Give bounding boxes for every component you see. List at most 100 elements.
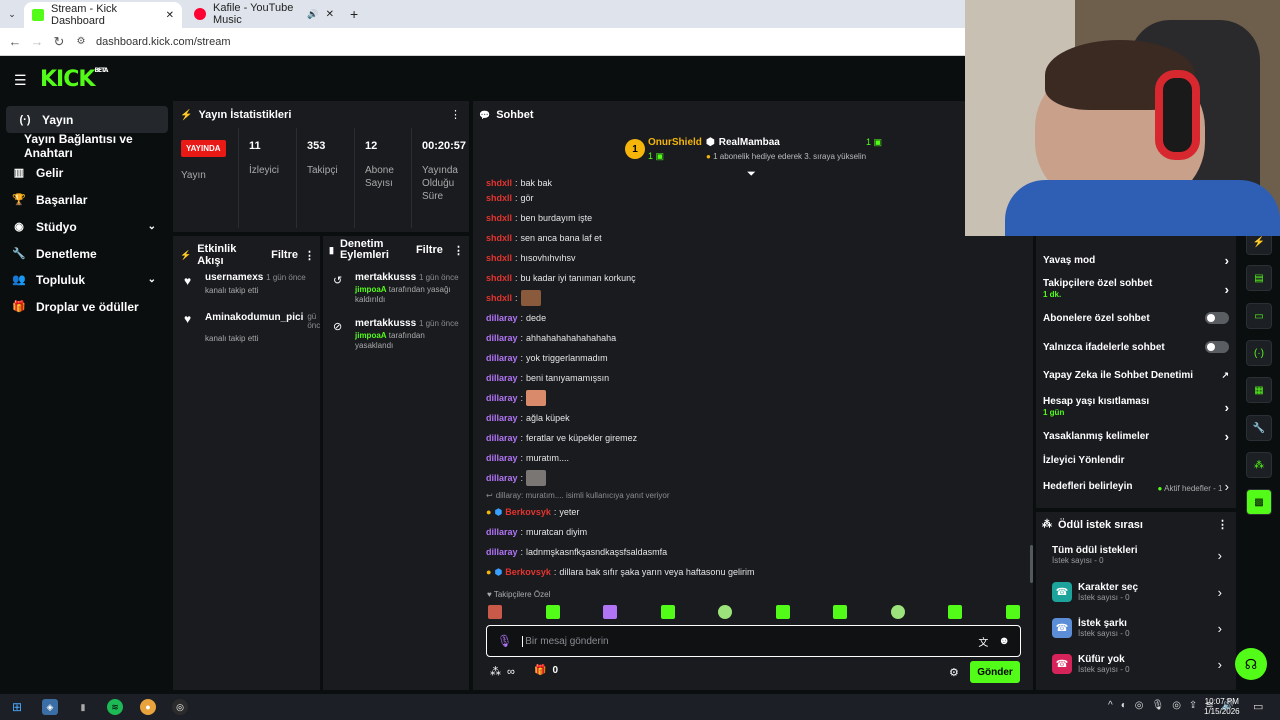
reward-item-no-swearing[interactable]: ☎ Küfür yok İstek sayısı - 0 › xyxy=(1052,654,1222,674)
quick-action-chat-icon[interactable]: ▭ xyxy=(1246,303,1272,329)
emote-button[interactable] xyxy=(718,605,733,619)
chat-input[interactable]: Bir mesaj gönderin xyxy=(522,635,609,647)
quick-action-layout-icon[interactable]: ▦ xyxy=(1246,377,1272,403)
more-options-icon[interactable]: ⋮ xyxy=(304,249,315,262)
sidebar-item-yayin[interactable]: (·) Yayın xyxy=(6,106,168,133)
reward-item-song[interactable]: ☎ İstek şarkı İstek sayısı - 0 › xyxy=(1052,618,1222,638)
chat-username[interactable]: shdxll xyxy=(486,193,512,203)
emote-button[interactable] xyxy=(660,605,675,619)
mod-action-username[interactable]: mertakkusss xyxy=(355,318,416,329)
emote-button[interactable] xyxy=(603,605,618,619)
sidebar-item-stream-key[interactable]: Yayın Bağlantısı ve Anahtarı xyxy=(12,132,174,160)
spotify-icon[interactable]: ≋ xyxy=(107,699,123,715)
goals-setting[interactable]: Hedefleri belirleyin ● Aktif hedefler - 1… xyxy=(1043,479,1229,494)
chat-scrollbar[interactable] xyxy=(1030,545,1033,583)
microphone-icon[interactable]: 🎙 xyxy=(497,634,512,648)
tray-app-icon[interactable]: ◎ xyxy=(1172,700,1181,711)
tray-app-icon[interactable]: ⇪ xyxy=(1189,700,1197,711)
chat-username[interactable]: dillaray xyxy=(486,373,518,383)
more-options-icon[interactable]: ⋮ xyxy=(1217,518,1228,531)
taskbar-clock[interactable]: 10:07 PM 1/15/2026 xyxy=(1204,697,1240,717)
mod-actor[interactable]: jimpoaA xyxy=(355,331,387,340)
emote-button[interactable] xyxy=(833,605,848,619)
chat-username[interactable]: dillaray xyxy=(486,353,518,363)
hamburger-menu-icon[interactable]: ☰ xyxy=(14,72,27,89)
obs-icon[interactable]: ◎ xyxy=(172,699,188,715)
emoji-icon[interactable]: ☻ xyxy=(998,635,1010,647)
filter-button[interactable]: Filtre xyxy=(416,244,443,256)
sidebar-item-gelir[interactable]: ▥ Gelir xyxy=(0,159,162,186)
banned-words-setting[interactable]: Yasaklanmış kelimeler › xyxy=(1043,429,1229,444)
ai-moderation-setting[interactable]: Yapay Zeka ile Sohbet Denetimi ↗ xyxy=(1043,370,1229,381)
chat-username[interactable]: dillaray xyxy=(486,547,518,557)
chat-username[interactable]: shdxll xyxy=(486,213,512,223)
emote-button[interactable] xyxy=(1005,605,1020,619)
chat-username[interactable]: dillaray xyxy=(486,313,518,323)
quick-action-points-icon[interactable]: ⁂ xyxy=(1246,452,1272,478)
filter-button[interactable]: Filtre xyxy=(271,249,298,261)
chat-username[interactable]: dillaray xyxy=(486,333,518,343)
more-options-icon[interactable]: ⋮ xyxy=(450,108,461,121)
forward-icon[interactable]: → xyxy=(26,34,48,49)
chat-username[interactable]: shdxll xyxy=(486,293,512,303)
windows-start-icon[interactable]: ⊞ xyxy=(9,699,25,715)
close-tab-icon[interactable]: ✕ xyxy=(166,10,174,21)
site-info-icon[interactable]: ⚙ xyxy=(70,36,92,47)
url-text[interactable]: dashboard.kick.com/stream xyxy=(96,36,231,48)
translate-icon[interactable]: 文 xyxy=(978,634,988,649)
reload-icon[interactable]: ↻ xyxy=(48,34,70,50)
browser-tab-kick[interactable]: Stream - Kick Dashboard ✕ xyxy=(24,2,182,28)
quick-action-document-icon[interactable]: ▤ xyxy=(1246,265,1272,291)
support-headset-icon[interactable]: ☊ xyxy=(1235,648,1267,680)
tray-app-icon[interactable]: ◎ xyxy=(1135,700,1144,711)
more-options-icon[interactable]: ⋮ xyxy=(453,244,464,257)
leaderboard-first-name[interactable]: OnurShield xyxy=(648,137,702,148)
back-icon[interactable]: ← xyxy=(4,34,26,49)
subscribers-chat-toggle[interactable] xyxy=(1205,312,1229,324)
channel-points[interactable]: ⁂ ∞ xyxy=(490,665,515,679)
new-tab-button[interactable]: + xyxy=(342,0,364,28)
chat-username[interactable]: dillaray xyxy=(486,413,518,423)
chat-username[interactable]: Berkovsyk xyxy=(505,507,551,517)
taskbar-app-icon[interactable]: ▮ xyxy=(75,699,91,715)
sidebar-item-topluluk[interactable]: 👥 Topluluk ⌄ xyxy=(0,266,162,293)
chat-username[interactable]: dillaray xyxy=(486,433,518,443)
chrome-icon[interactable]: ● xyxy=(140,699,156,715)
emote-button[interactable] xyxy=(545,605,560,619)
close-tab-icon[interactable]: ✕ xyxy=(326,9,334,20)
gift-counter[interactable]: 🎁 0 xyxy=(534,665,558,676)
chat-username[interactable]: dillaray xyxy=(486,453,518,463)
emote-button[interactable] xyxy=(775,605,790,619)
chat-username[interactable]: dillaray xyxy=(486,473,518,483)
activity-username[interactable]: usernamexs xyxy=(205,272,263,283)
quick-action-broadcast-icon[interactable]: (·) xyxy=(1246,340,1272,366)
chat-username[interactable]: dillaray xyxy=(486,527,518,537)
sidebar-item-droplar[interactable]: 🎁 Droplar ve ödüller xyxy=(0,293,162,320)
activity-username[interactable]: Aminakodumun_pici xyxy=(205,312,303,330)
chat-username[interactable]: shdxll xyxy=(486,178,512,188)
chat-username[interactable]: shdxll xyxy=(486,233,512,243)
chat-settings-icon[interactable]: ⚙ xyxy=(949,666,959,679)
reward-item-all[interactable]: Tüm ödül istekleri İstek sayısı - 0 › xyxy=(1052,545,1222,565)
chat-username[interactable]: shdxll xyxy=(486,253,512,263)
speaker-icon[interactable]: 🔊 xyxy=(307,9,318,20)
taskbar-app-icon[interactable]: ◈ xyxy=(42,699,58,715)
tray-chevron-icon[interactable]: ^ xyxy=(1108,700,1113,711)
kick-logo[interactable]: KICKBETA xyxy=(40,67,108,92)
emotes-only-toggle[interactable] xyxy=(1205,341,1229,353)
emote-button[interactable] xyxy=(948,605,963,619)
sidebar-item-basarilar[interactable]: 🏆 Başarılar xyxy=(0,186,162,213)
quick-action-wrench-icon[interactable]: 🔧 xyxy=(1246,415,1272,441)
notifications-icon[interactable]: ▭ xyxy=(1253,700,1263,713)
tab-search-chevron-icon[interactable]: ⌄ xyxy=(2,0,22,28)
chat-input-box[interactable]: 🎙 Bir mesaj gönderin 文 ☻ xyxy=(486,625,1021,657)
chat-username[interactable]: Berkovsyk xyxy=(505,567,551,577)
quick-action-clapper-icon[interactable]: ▩ xyxy=(1246,489,1272,515)
chat-username[interactable]: shdxll xyxy=(486,273,512,283)
tray-app-icon[interactable]: ◐ xyxy=(1121,700,1127,711)
followers-chat-setting[interactable]: Takipçilere özel sohbet 1 dk. › xyxy=(1043,278,1229,300)
leaderboard-second[interactable]: ⬢ RealMambaa xyxy=(706,137,780,148)
sidebar-item-studyo[interactable]: ◉ Stüdyo ⌄ xyxy=(0,213,162,240)
emote-button[interactable] xyxy=(488,605,502,619)
account-age-setting[interactable]: Hesap yaşı kısıtlaması 1 gün › xyxy=(1043,396,1229,418)
